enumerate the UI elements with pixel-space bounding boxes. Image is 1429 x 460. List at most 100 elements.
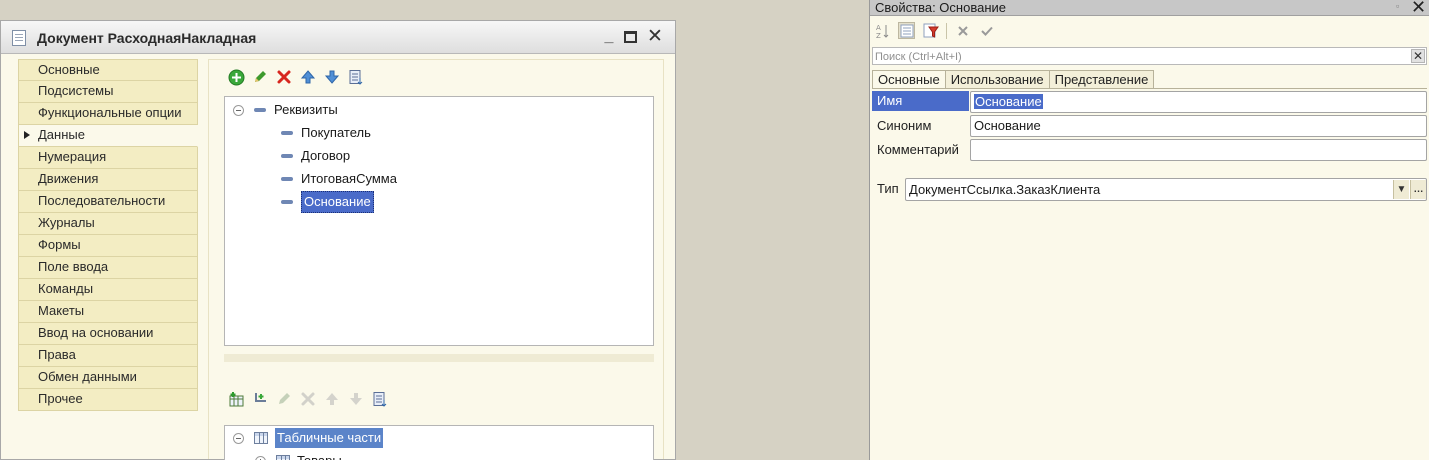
property-search[interactable]: ✕	[872, 47, 1427, 65]
nav-item-data[interactable]: Данные	[18, 125, 198, 147]
nav-item-movements[interactable]: Движения	[18, 169, 198, 191]
toolbar-separator	[946, 22, 947, 39]
properties-tabs: Основные Использование Представление	[872, 70, 1155, 89]
document-window: Документ РасходнаяНакладная _ ✕ Основные…	[0, 20, 676, 460]
type-label: Тип	[877, 181, 899, 196]
tree-row-attribute-selected[interactable]: Основание	[281, 191, 374, 213]
attribute-label: Покупатель	[301, 125, 371, 140]
tab-main[interactable]: Основные	[872, 70, 946, 89]
categorized-view-icon[interactable]	[898, 22, 915, 39]
nav-item-input-on-basis[interactable]: Ввод на основании	[18, 323, 198, 345]
nav-item-rights[interactable]: Права	[18, 345, 198, 367]
tab-presentation[interactable]: Представление	[1049, 70, 1155, 89]
table-icon	[254, 432, 268, 444]
svg-text:A: A	[876, 24, 881, 32]
name-value: Основание	[974, 94, 1043, 109]
tab-usage[interactable]: Использование	[945, 70, 1050, 89]
apply-icon[interactable]	[978, 22, 995, 39]
add-table-icon[interactable]	[227, 390, 245, 408]
dropdown-icon[interactable]: ▼	[1393, 180, 1409, 199]
properties-titlebar[interactable]: Свойства: Основание ▫ ✕	[870, 0, 1429, 18]
nav-item-functional-options[interactable]: Функциональные опции	[18, 103, 198, 125]
sort-list-icon[interactable]	[347, 68, 365, 86]
tree-row-attribute[interactable]: Покупатель	[281, 123, 371, 143]
document-icon	[12, 30, 26, 46]
tree-row-tabular-part[interactable]: Товары	[255, 451, 342, 460]
nav-item-data-exchange[interactable]: Обмен данными	[18, 367, 198, 389]
nav-item-numbering[interactable]: Нумерация	[18, 147, 198, 169]
tree-row-attributes-root[interactable]: Реквизиты	[233, 100, 338, 120]
clear-search-icon[interactable]: ✕	[1411, 49, 1425, 63]
nav-item-other[interactable]: Прочее	[18, 389, 198, 411]
nav-item-templates[interactable]: Макеты	[18, 301, 198, 323]
document-titlebar[interactable]: Документ РасходнаяНакладная _ ✕	[1, 21, 675, 54]
data-section: Реквизиты Покупатель Договор ИтоговаяСум…	[208, 59, 664, 460]
tabular-parts-tree[interactable]: Табличные части Товары	[224, 425, 654, 460]
tree-row-attribute[interactable]: ИтоговаяСумма	[281, 169, 397, 189]
section-nav: Основные Подсистемы Функциональные опции…	[18, 59, 198, 411]
comment-field[interactable]	[970, 139, 1427, 161]
nav-item-subsystems[interactable]: Подсистемы	[18, 81, 198, 103]
attribute-label-selected: Основание	[301, 191, 374, 213]
attribute-icon	[254, 108, 266, 112]
search-input[interactable]	[873, 49, 1393, 65]
svg-text:Z: Z	[876, 32, 881, 39]
tree-row-tabular-root[interactable]: Табличные части	[233, 428, 384, 448]
move-down-icon[interactable]	[323, 68, 341, 86]
attribute-icon	[281, 177, 293, 181]
sort-alphabetical-icon[interactable]: AZ	[874, 22, 891, 39]
maximize-icon[interactable]	[621, 27, 641, 47]
attributes-root-label: Реквизиты	[274, 102, 338, 117]
synonym-field[interactable]: Основание	[970, 115, 1427, 137]
attribute-icon	[281, 154, 293, 158]
properties-toolbar: AZ	[874, 22, 995, 39]
active-caret-icon	[24, 131, 30, 139]
nav-item-forms[interactable]: Формы	[18, 235, 198, 257]
edit-icon[interactable]	[275, 390, 293, 408]
tree-row-attribute[interactable]: Договор	[281, 146, 350, 166]
sort-list-icon[interactable]	[371, 390, 389, 408]
comment-label: Комментарий	[877, 142, 959, 157]
move-up-icon[interactable]	[323, 390, 341, 408]
expand-icon[interactable]	[255, 455, 266, 460]
type-field[interactable]: ДокументСсылка.ЗаказКлиента ▼ …	[905, 178, 1427, 201]
document-title: Документ РасходнаяНакладная	[37, 30, 257, 46]
attribute-icon	[281, 200, 293, 204]
move-down-icon[interactable]	[347, 390, 365, 408]
tabs-divider	[872, 88, 1427, 89]
tabular-toolbar	[227, 390, 389, 408]
collapse-icon[interactable]	[233, 432, 244, 444]
choose-button[interactable]: …	[1410, 180, 1426, 199]
nav-item-sequences[interactable]: Последовательности	[18, 191, 198, 213]
nav-item-data-label: Данные	[38, 127, 85, 142]
tabular-part-label: Товары	[297, 451, 342, 460]
attributes-tree[interactable]: Реквизиты Покупатель Договор ИтоговаяСум…	[224, 96, 654, 346]
nav-item-input-field[interactable]: Поле ввода	[18, 257, 198, 279]
name-label: Имя	[872, 91, 969, 111]
nav-item-journals[interactable]: Журналы	[18, 213, 198, 235]
properties-panel: Свойства: Основание ▫ ✕ AZ ✕ Основные Ис…	[869, 0, 1429, 460]
attributes-toolbar	[227, 68, 365, 86]
panel-splitter[interactable]	[224, 354, 654, 362]
minimize-icon[interactable]: _	[599, 27, 619, 47]
delete-icon[interactable]	[275, 68, 293, 86]
attribute-label: Договор	[301, 148, 351, 163]
filter-icon[interactable]	[922, 22, 939, 39]
attribute-label: ИтоговаяСумма	[301, 171, 397, 186]
name-field[interactable]: Основание	[970, 91, 1427, 113]
attribute-icon	[281, 131, 293, 135]
add-column-icon[interactable]	[251, 390, 269, 408]
add-icon[interactable]	[227, 68, 245, 86]
close-icon[interactable]: ✕	[645, 27, 665, 47]
table-icon	[276, 455, 290, 460]
collapse-icon[interactable]	[233, 104, 244, 116]
close-icon[interactable]: ✕	[1411, 0, 1426, 18]
move-up-icon[interactable]	[299, 68, 317, 86]
nav-item-main[interactable]: Основные	[18, 59, 198, 81]
edit-icon[interactable]	[251, 68, 269, 86]
tabular-root-label: Табличные части	[275, 428, 384, 448]
nav-item-commands[interactable]: Команды	[18, 279, 198, 301]
cancel-icon[interactable]	[954, 22, 971, 39]
pin-icon[interactable]: ▫	[1396, 1, 1399, 11]
delete-icon[interactable]	[299, 390, 317, 408]
